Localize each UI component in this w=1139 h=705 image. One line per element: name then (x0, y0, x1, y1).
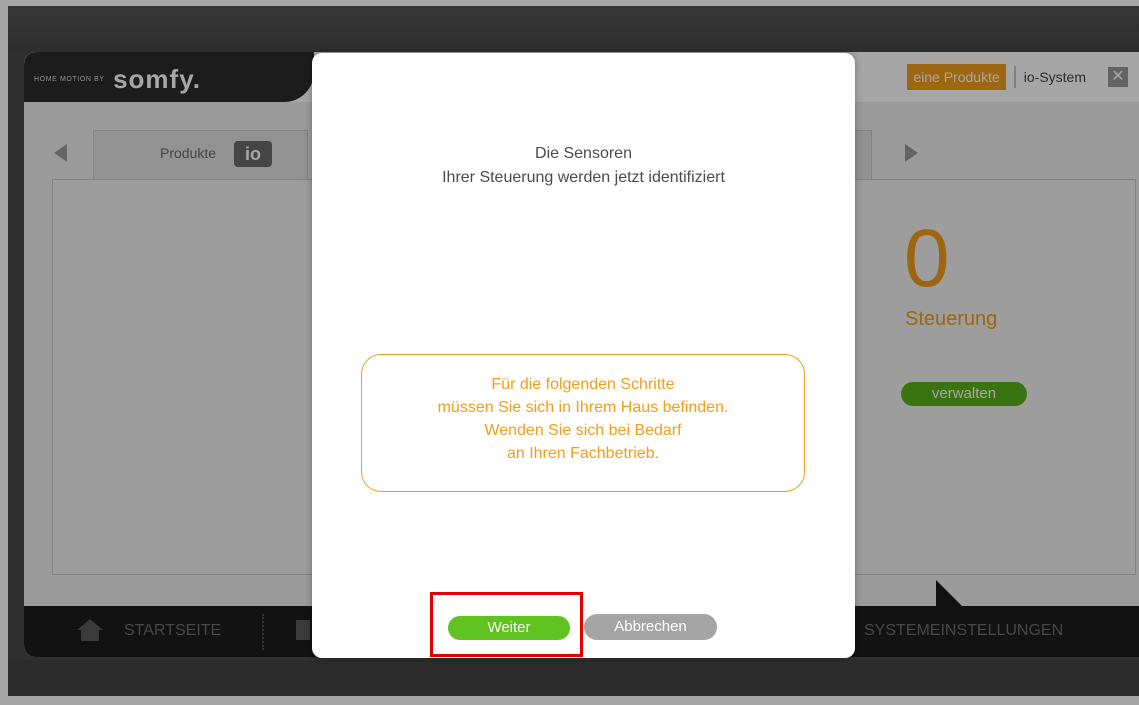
dialog-title: Die Sensoren Ihrer Steuerung werden jetz… (312, 142, 855, 190)
note-line-3: Wenden Sie sich bei Bedarf (484, 422, 682, 439)
cancel-button[interactable]: Abbrechen (584, 614, 717, 640)
note-line-2: müssen Sie sich in Ihrem Haus befinden. (437, 399, 729, 416)
note-line-4: an Ihren Fachbetrieb. (506, 445, 660, 462)
note-line-1: Für die folgenden Schritte (491, 376, 675, 393)
dialog-title-line-1: Die Sensoren (535, 145, 632, 162)
dialog-title-line-2: Ihrer Steuerung werden jetzt identifizie… (442, 169, 725, 186)
highlight-box (430, 592, 583, 657)
sensor-identification-dialog: Die Sensoren Ihrer Steuerung werden jetz… (312, 53, 855, 658)
screen: HOME MOTION BY somfy. eine Produkte io-S… (0, 0, 1139, 705)
location-note: Für die folgenden Schritte müssen Sie si… (361, 354, 805, 492)
